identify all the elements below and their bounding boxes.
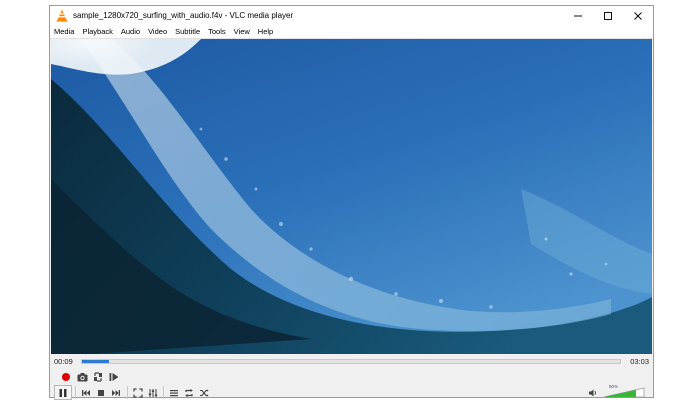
stop-button[interactable] <box>94 386 108 399</box>
shuffle-icon <box>200 388 209 397</box>
maximize-icon <box>604 11 612 20</box>
snapshot-button[interactable] <box>75 370 89 383</box>
stop-icon <box>98 389 104 396</box>
loop-ab-icon <box>94 371 102 382</box>
window-title: sample_1280x720_surfing_with_audio.f4v -… <box>73 11 294 20</box>
menu-audio[interactable]: Audio <box>117 27 144 36</box>
minimize-icon <box>574 15 582 16</box>
vlc-window: sample_1280x720_surfing_with_audio.f4v -… <box>49 5 654 400</box>
frame-step-icon <box>109 372 119 381</box>
video-display[interactable] <box>51 39 652 354</box>
next-button[interactable] <box>109 386 123 399</box>
extended-settings-button[interactable] <box>146 386 160 399</box>
seek-row: 00:09 03:03 <box>50 355 653 368</box>
video-frame-underwater-wave <box>51 39 652 354</box>
seek-bar[interactable] <box>81 359 621 364</box>
loop-icon <box>185 388 193 397</box>
frame-step-button[interactable] <box>107 370 121 383</box>
loop-button[interactable] <box>182 386 196 399</box>
menu-help[interactable]: Help <box>254 27 277 36</box>
menu-video[interactable]: Video <box>144 27 171 36</box>
elapsed-time: 00:09 <box>54 357 73 366</box>
menu-media[interactable]: Media <box>50 27 78 36</box>
toolbar-separator <box>163 386 164 399</box>
close-button[interactable] <box>623 6 653 25</box>
extended-settings-icon <box>148 388 158 397</box>
vlc-cone-icon <box>55 9 69 23</box>
fullscreen-icon <box>133 387 143 398</box>
menu-playback[interactable]: Playback <box>78 27 116 36</box>
toolbar-separator <box>75 386 76 399</box>
menu-subtitle[interactable]: Subtitle <box>171 27 204 36</box>
minimize-button[interactable] <box>563 6 593 25</box>
playlist-icon <box>170 389 178 396</box>
mute-button[interactable] <box>586 386 600 399</box>
previous-button[interactable] <box>79 386 93 399</box>
pause-icon <box>59 388 67 397</box>
toolbar-separator <box>127 386 128 399</box>
title-bar[interactable]: sample_1280x720_surfing_with_audio.f4v -… <box>50 6 653 25</box>
pause-button[interactable] <box>54 385 72 400</box>
seek-bar-progress <box>82 360 109 363</box>
menu-tools[interactable]: Tools <box>204 27 230 36</box>
close-icon <box>634 11 642 20</box>
previous-icon <box>82 389 90 396</box>
next-icon <box>112 389 120 396</box>
maximize-button[interactable] <box>593 6 623 25</box>
menu-bar: Media Playback Audio Video Subtitle Tool… <box>50 25 653 39</box>
shuffle-button[interactable] <box>197 386 211 399</box>
speaker-icon <box>589 389 596 396</box>
fullscreen-button[interactable] <box>131 386 145 399</box>
total-time: 03:03 <box>630 357 649 366</box>
menu-view[interactable]: View <box>230 27 254 36</box>
snapshot-icon <box>77 372 87 381</box>
loop-ab-button[interactable] <box>91 370 105 383</box>
window-controls <box>563 6 653 25</box>
volume-slider[interactable] <box>603 387 645 398</box>
playlist-button[interactable] <box>167 386 181 399</box>
record-button[interactable] <box>59 370 73 383</box>
record-icon <box>62 372 70 381</box>
